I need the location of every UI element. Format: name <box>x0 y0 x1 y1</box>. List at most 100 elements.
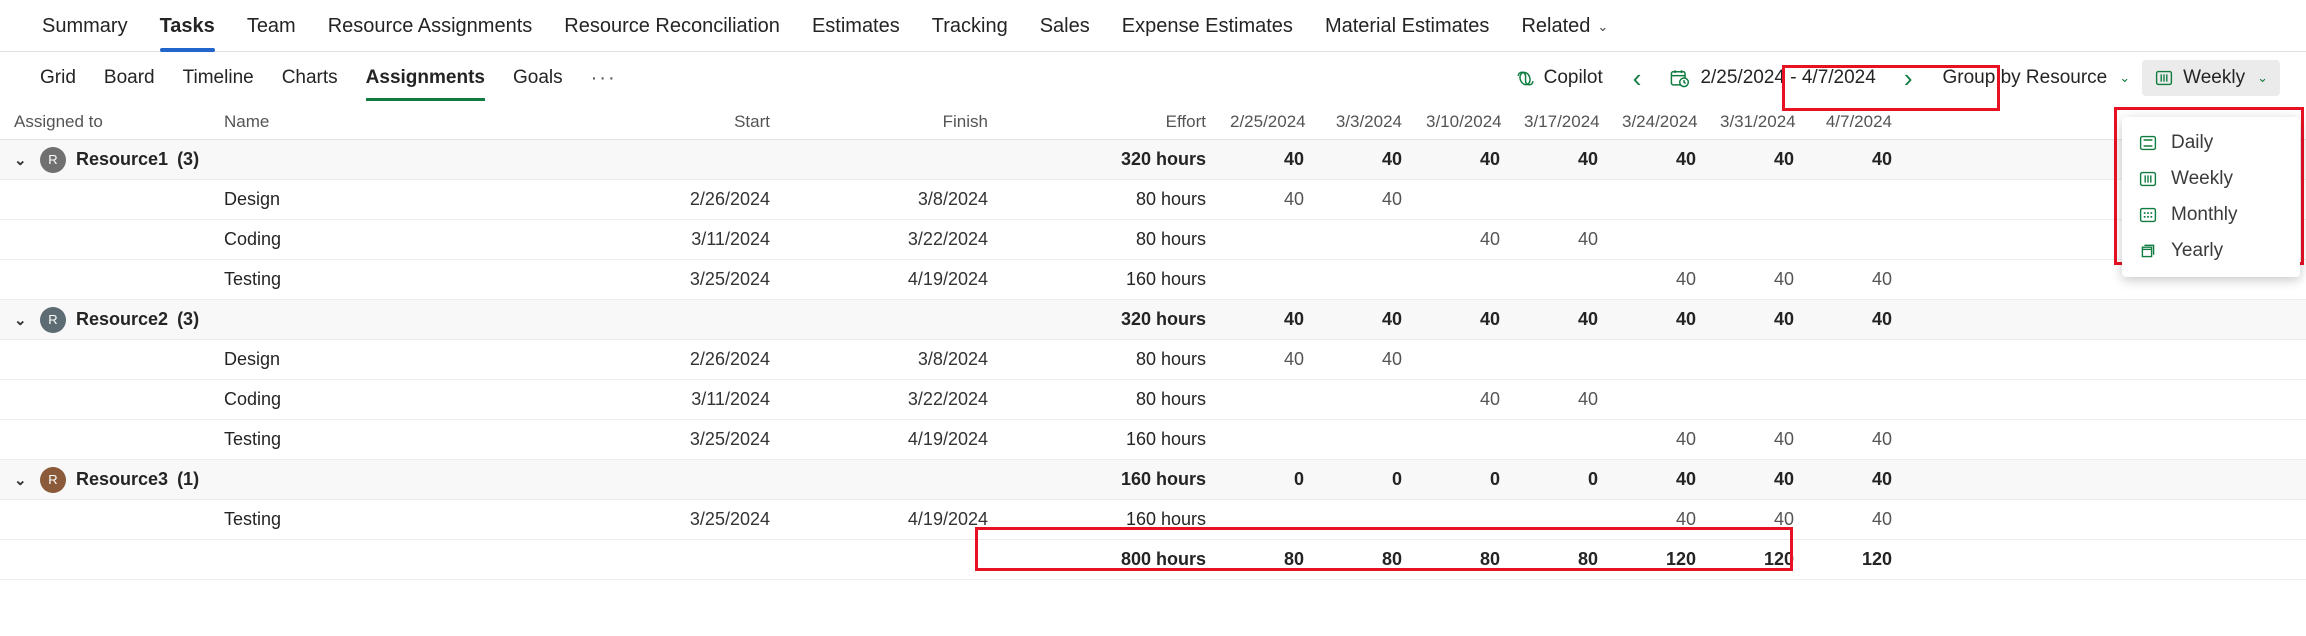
menu-item-label: Daily <box>2171 132 2214 153</box>
task-period-value: 40 <box>1871 269 1892 289</box>
group-period-value: 40 <box>1381 149 1402 169</box>
task-start-date: 3/25/2024 <box>689 429 770 449</box>
menu-item-weekly[interactable]: Weekly <box>2122 161 2300 197</box>
group-period-value: 40 <box>1479 149 1500 169</box>
column-header-date: 3/24/2024 <box>1622 111 1698 131</box>
group-effort-total: 160 hours <box>1120 469 1206 489</box>
total-period-value: 120 <box>1861 549 1892 569</box>
nav-tab-label: Team <box>246 15 296 37</box>
column-header-date: 3/10/2024 <box>1426 111 1502 131</box>
nav-tab-material-estimates[interactable]: Material Estimates <box>1309 0 1506 39</box>
group-period-value: 40 <box>1577 309 1598 329</box>
menu-item-daily[interactable]: Daily <box>2122 125 2300 161</box>
nav-tab-expense-estimates[interactable]: Expense Estimates <box>1106 0 1309 39</box>
task-effort: 80 hours <box>1135 349 1206 369</box>
expand-collapse-chevron-icon[interactable]: ⌄ <box>14 151 40 169</box>
expand-collapse-chevron-icon[interactable]: ⌄ <box>14 471 40 489</box>
nav-tab-team[interactable]: Team <box>231 0 312 39</box>
task-finish-date: 4/19/2024 <box>907 509 988 529</box>
task-row[interactable]: Design 2/26/2024 3/8/2024 80 hours 40 40 <box>0 340 2306 380</box>
resource-group-row[interactable]: ⌄ R Resource3 (1) 160 hours 0 0 0 0 40 40 40 <box>0 460 2306 500</box>
task-name: Design <box>224 349 281 369</box>
copilot-button[interactable]: Copilot <box>1502 60 1615 96</box>
nav-tab-resource-assignments[interactable]: Resource Assignments <box>312 0 549 39</box>
date-range-navigator: ‹ 2/25/2024 - 4/7/2024 › <box>1615 61 1931 95</box>
view-tab-goals[interactable]: Goals <box>499 59 577 97</box>
task-start-date: 3/25/2024 <box>689 509 770 529</box>
nav-tab-related[interactable]: Related ⌄ <box>1505 0 1624 40</box>
task-period-value: 40 <box>1871 429 1892 449</box>
view-tabs-overflow-button[interactable]: ··· <box>577 59 631 98</box>
task-name: Testing <box>224 509 282 529</box>
resource-group-cell: ⌄ R Resource1 (3) <box>0 146 210 173</box>
task-period-value: 40 <box>1675 269 1696 289</box>
nav-tab-tasks[interactable]: Tasks <box>144 0 231 52</box>
nav-tab-sales[interactable]: Sales <box>1024 0 1106 39</box>
task-start-date: 2/26/2024 <box>689 189 770 209</box>
total-period-value: 80 <box>1283 549 1304 569</box>
task-row[interactable]: Coding 3/11/2024 3/22/2024 80 hours 40 40 <box>0 380 2306 420</box>
task-effort: 160 hours <box>1125 429 1206 449</box>
task-row[interactable]: Testing 3/25/2024 4/19/2024 160 hours 40 40 40 <box>0 260 2306 300</box>
menu-item-monthly[interactable]: Monthly <box>2122 197 2300 233</box>
group-period-value: 0 <box>1391 469 1402 489</box>
yearly-view-icon <box>2138 241 2158 261</box>
view-tab-timeline[interactable]: Timeline <box>169 59 268 97</box>
grid-total-row: 800 hours 80 80 80 80 120 120 120 <box>0 540 2306 580</box>
nav-tab-estimates[interactable]: Estimates <box>796 0 916 39</box>
menu-item-yearly[interactable]: Yearly <box>2122 233 2300 269</box>
group-period-value: 40 <box>1773 149 1794 169</box>
nav-tab-tracking[interactable]: Tracking <box>916 0 1024 39</box>
task-period-value: 40 <box>1773 269 1794 289</box>
daily-view-icon <box>2138 133 2158 153</box>
nav-tab-label: Summary <box>42 15 128 37</box>
resource-group-row[interactable]: ⌄ R Resource1 (3) 320 hours 40 40 40 40 40 40 40 <box>0 140 2306 180</box>
task-row[interactable]: Design 2/26/2024 3/8/2024 80 hours 40 40 <box>0 180 2306 220</box>
group-period-value: 40 <box>1283 309 1304 329</box>
task-start-date: 3/11/2024 <box>691 229 770 249</box>
task-period-value: 40 <box>1283 349 1304 369</box>
task-start-date: 3/25/2024 <box>689 269 770 289</box>
column-header-assigned-to: Assigned to <box>14 111 103 131</box>
nav-tab-label: Tasks <box>159 15 215 37</box>
toolbar-right-controls: Copilot ‹ 2/25/2024 - 4/7/2024 › Group b… <box>1502 60 2280 96</box>
nav-tab-resource-reconciliation[interactable]: Resource Reconciliation <box>548 0 796 39</box>
calendar-clock-icon <box>1669 68 1690 89</box>
task-period-value: 40 <box>1773 429 1794 449</box>
task-row[interactable]: Testing 3/25/2024 4/19/2024 160 hours 40 40 40 <box>0 500 2306 540</box>
task-start-date: 3/11/2024 <box>691 389 770 409</box>
avatar: R <box>40 306 66 333</box>
group-period-value: 40 <box>1577 149 1598 169</box>
chevron-down-icon: ⌄ <box>2257 70 2268 85</box>
column-header-effort: Effort <box>1165 111 1206 131</box>
monthly-view-icon <box>2138 205 2158 225</box>
nav-tab-label: Estimates <box>811 15 900 37</box>
view-tab-board[interactable]: Board <box>90 59 169 97</box>
nav-tab-label: Expense Estimates <box>1121 15 1293 37</box>
next-period-button[interactable]: › <box>1890 63 1927 93</box>
column-header-date: 2/25/2024 <box>1230 111 1306 131</box>
expand-collapse-chevron-icon[interactable]: ⌄ <box>14 311 40 329</box>
view-tab-grid[interactable]: Grid <box>26 59 90 97</box>
task-period-value: 40 <box>1381 189 1402 209</box>
view-tab-charts[interactable]: Charts <box>268 59 352 97</box>
weekly-view-icon <box>2154 68 2174 88</box>
nav-tab-summary[interactable]: Summary <box>26 0 144 39</box>
group-by-button[interactable]: Group by Resource ⌄ <box>1930 60 2142 96</box>
view-tab-assignments[interactable]: Assignments <box>352 59 499 101</box>
task-period-value: 40 <box>1675 509 1696 529</box>
resource-group-row[interactable]: ⌄ R Resource2 (3) 320 hours 40 40 40 40 40 40 40 <box>0 300 2306 340</box>
group-period-value: 0 <box>1489 469 1500 489</box>
task-row[interactable]: Coding 3/11/2024 3/22/2024 80 hours 40 40 <box>0 220 2306 260</box>
resource-group-cell: ⌄ R Resource3 (1) <box>0 466 210 493</box>
task-row[interactable]: Testing 3/25/2024 4/19/2024 160 hours 40 40 40 <box>0 420 2306 460</box>
task-effort: 160 hours <box>1125 269 1206 289</box>
group-period-value: 40 <box>1675 149 1696 169</box>
task-start-date: 2/26/2024 <box>689 349 770 369</box>
task-name: Coding <box>224 229 282 249</box>
time-scale-button[interactable]: Weekly ⌄ <box>2142 60 2280 96</box>
column-header-date: 3/17/2024 <box>1524 111 1600 131</box>
previous-period-button[interactable]: ‹ <box>1619 63 1656 93</box>
date-range-picker[interactable]: 2/25/2024 - 4/7/2024 <box>1655 61 1889 95</box>
group-period-value: 40 <box>1381 309 1402 329</box>
